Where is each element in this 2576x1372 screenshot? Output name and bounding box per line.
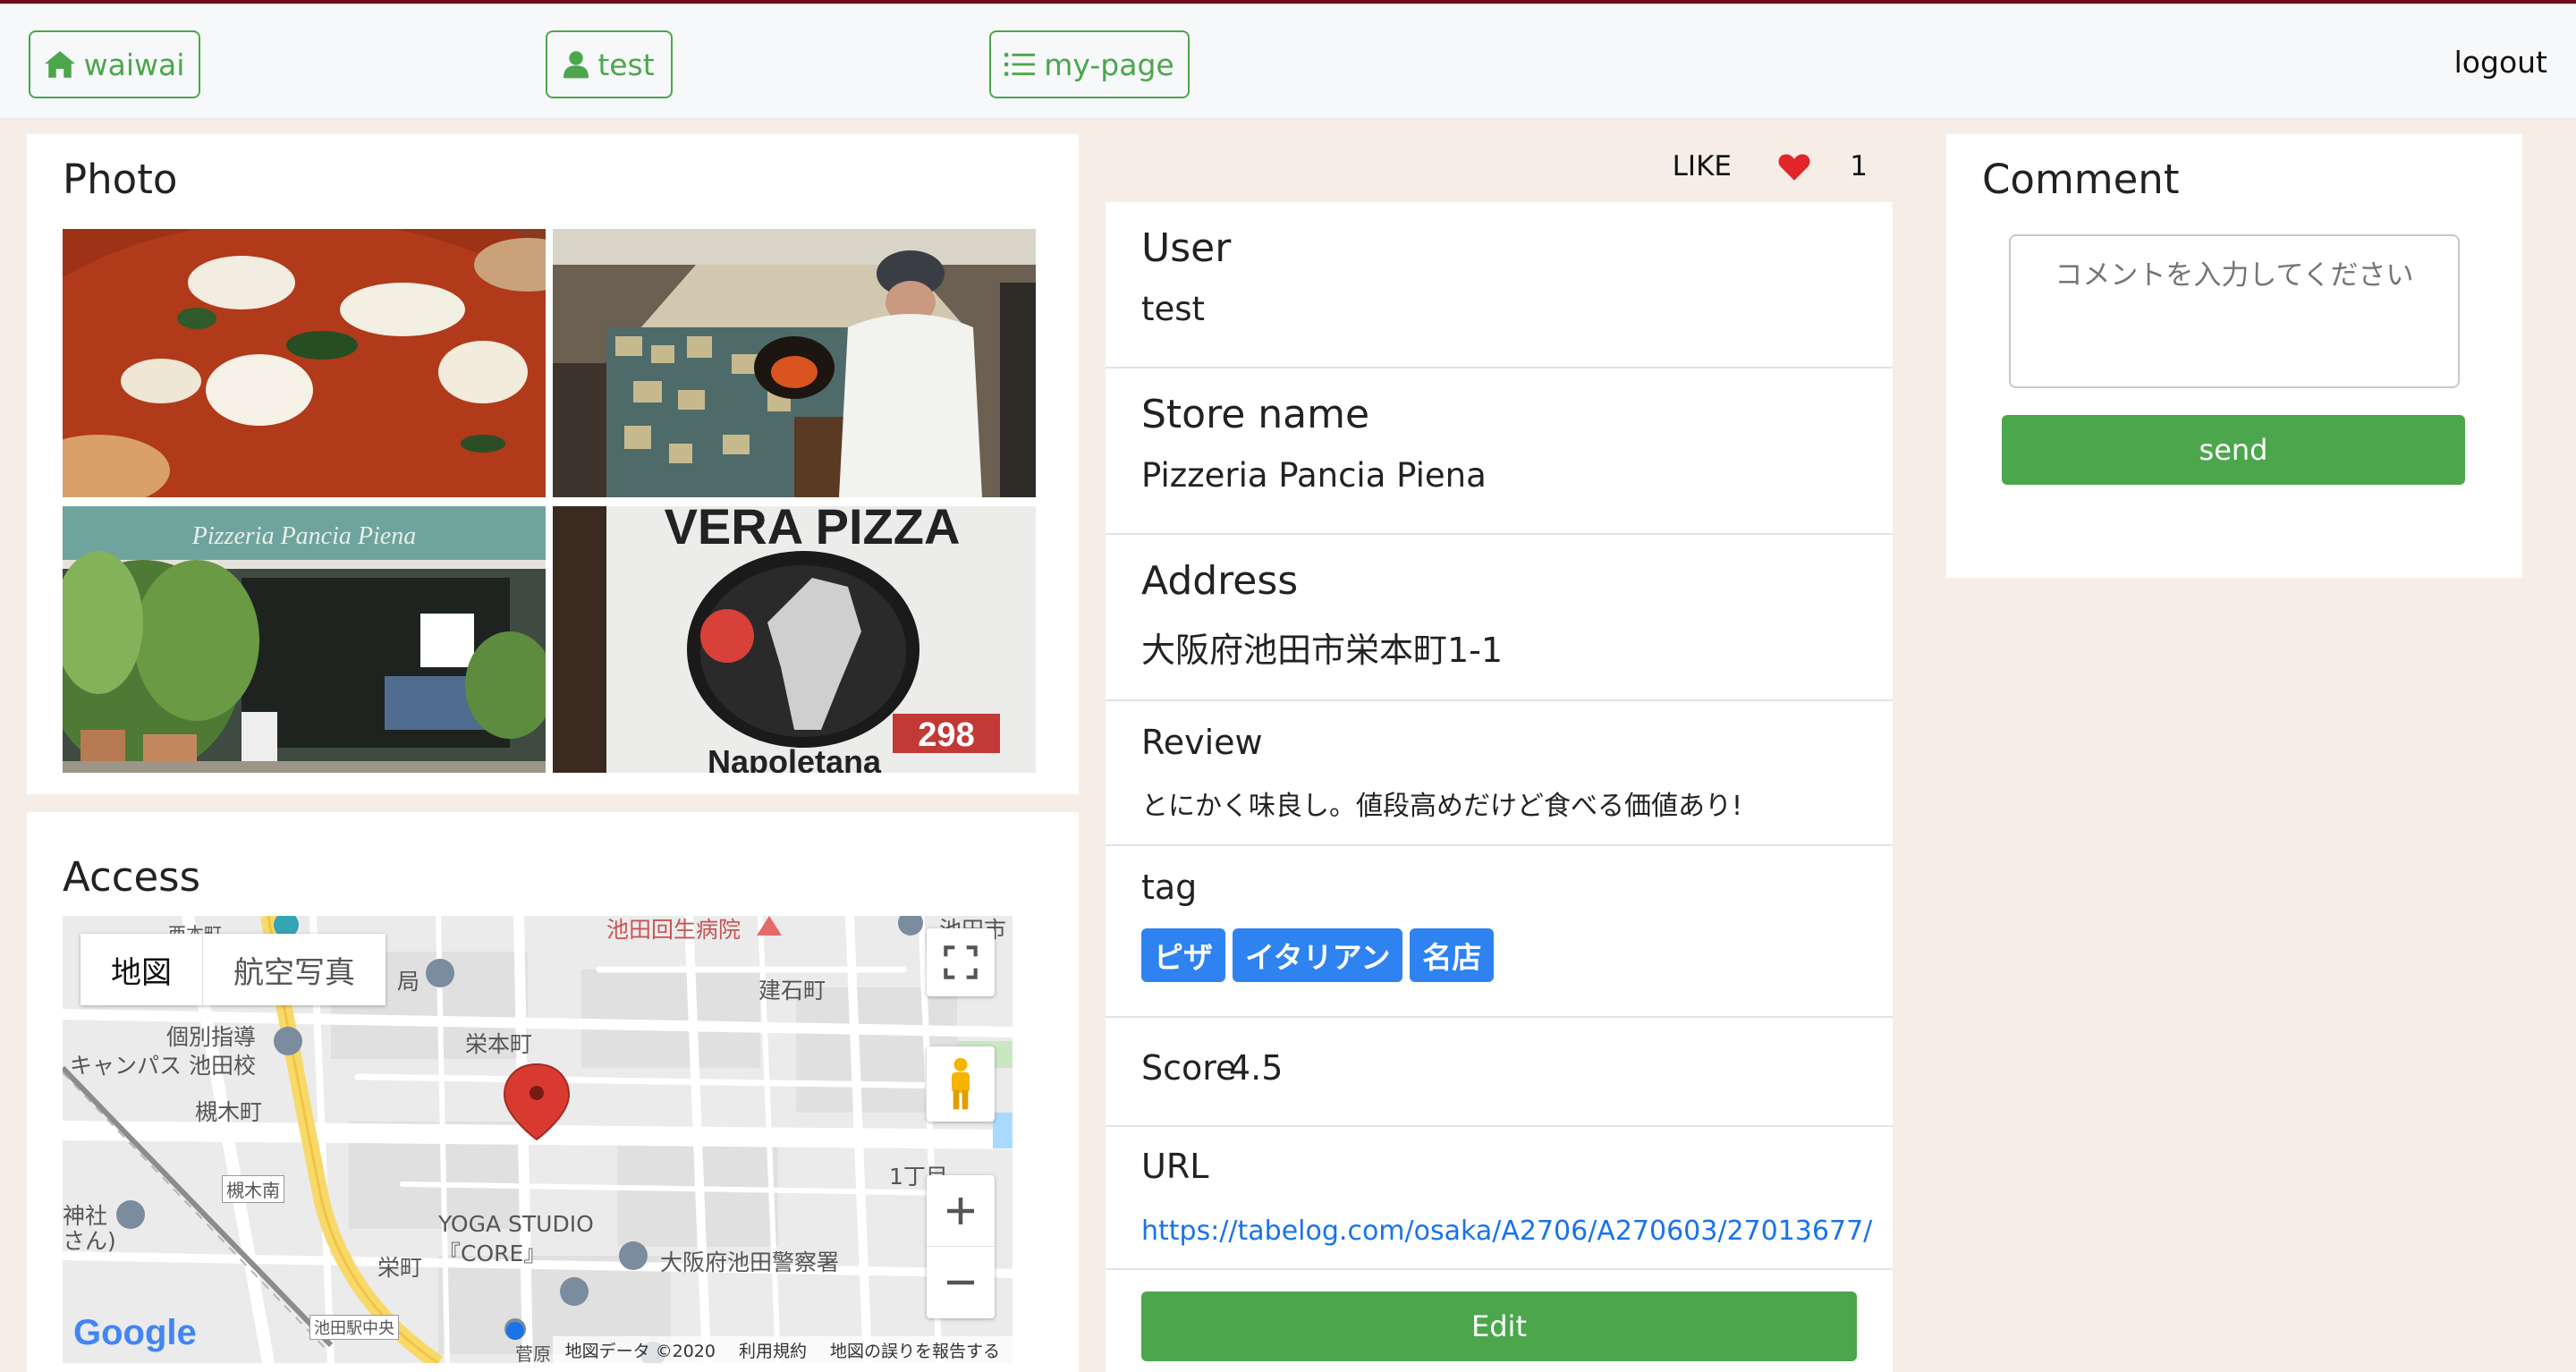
sign-bottom-text: Napoletana xyxy=(708,743,882,773)
map-label: 槻木南 xyxy=(222,1175,284,1203)
mypage-nav-label: my-page xyxy=(1044,47,1174,82)
sign-image: VERA PIZZA 298 Napoletana xyxy=(553,506,1036,773)
access-title: Access xyxy=(63,853,201,901)
map-label: 個別指導 xyxy=(166,1024,257,1050)
map-label: 栄本町 xyxy=(465,1031,533,1057)
sign-number-text: 298 xyxy=(918,716,974,754)
map-tab-map[interactable]: 地図 xyxy=(80,934,202,1005)
storefront-image: Pizzeria Pancia Piena xyxy=(63,506,546,773)
zoom-controls xyxy=(927,1175,995,1318)
tag-badge[interactable]: 名店 xyxy=(1410,928,1495,982)
list-icon xyxy=(1004,53,1036,76)
address-section: Address 大阪府池田市栄本町1-1 xyxy=(1106,535,1893,701)
map-label: 大阪府池田警察署 xyxy=(660,1249,840,1275)
map-label: 池田回生病院 xyxy=(606,917,741,943)
mypage-nav-button[interactable]: my-page xyxy=(989,30,1190,98)
map-label: 槻木町 xyxy=(195,1099,263,1125)
home-nav-label: waiwai xyxy=(83,47,185,82)
url-link[interactable]: https://tabelog.com/osaka/A2706/A270603/… xyxy=(1141,1215,1872,1247)
user-icon xyxy=(564,51,589,79)
map-label: キャンパス 池田校 xyxy=(70,1053,256,1079)
like-label: LIKE xyxy=(1672,150,1732,182)
logout-link[interactable]: logout xyxy=(2454,45,2547,80)
address-value: 大阪府池田市栄本町1-1 xyxy=(1141,631,1504,670)
google-map[interactable]: 西本町 池田回生病院 池田市 局 建石町 個別指導 キャンパス 池田校 栄本町 … xyxy=(63,916,1013,1363)
tag-list: ピザ イタリアン 名店 xyxy=(1141,928,1501,982)
oven-chef-photo[interactable] xyxy=(553,229,1036,497)
url-link-wrap: https://tabelog.com/osaka/A2706/A270603/… xyxy=(1141,1209,1872,1248)
map-report-link[interactable]: 地図の誤りを報告する xyxy=(830,1338,1000,1362)
storefront-photo[interactable]: Pizzeria Pancia Piena xyxy=(63,506,546,773)
score-value: 4.5 xyxy=(1229,1048,1284,1088)
zoom-out-button[interactable] xyxy=(927,1247,995,1318)
tag-badge[interactable]: イタリアン xyxy=(1233,928,1403,982)
map-terms-link[interactable]: 利用規約 xyxy=(739,1338,807,1362)
url-label: URL xyxy=(1141,1147,1209,1186)
url-section: URL https://tabelog.com/osaka/A2706/A270… xyxy=(1106,1127,1893,1270)
score-section: Score 4.5 xyxy=(1106,1018,1893,1127)
map-label: 『CORE』 xyxy=(438,1241,547,1266)
map-footer: 地図データ ©2020 利用規約 地図の誤りを報告する xyxy=(552,1336,1013,1363)
fullscreen-button[interactable] xyxy=(927,928,995,996)
zoom-in-button[interactable] xyxy=(927,1175,995,1247)
storefront-sign-text: Pizzeria Pancia Piena xyxy=(191,522,416,550)
pegman-icon xyxy=(952,1057,970,1110)
store-label: Store name xyxy=(1141,392,1370,437)
heart-icon[interactable] xyxy=(1778,152,1810,181)
plus-icon xyxy=(947,1197,974,1224)
google-logo: Google xyxy=(73,1313,197,1353)
edit-button[interactable]: Edit xyxy=(1141,1292,1857,1361)
pizza-photo[interactable] xyxy=(63,229,546,497)
tag-badge[interactable]: ピザ xyxy=(1141,928,1225,982)
home-icon xyxy=(44,51,75,78)
store-value: Pizzeria Pancia Piena xyxy=(1141,456,1487,495)
map-label: 局 xyxy=(397,969,420,995)
review-section: Review とにかく味良し。値段高めだけど食べる価値あり! xyxy=(1106,701,1893,846)
address-label: Address xyxy=(1141,558,1299,604)
map-type-tabs: 地図 航空写真 xyxy=(80,934,386,1005)
like-row: LIKE 1 xyxy=(1106,134,1893,197)
minus-icon xyxy=(947,1280,974,1285)
review-value: とにかく味良し。値段高めだけど食べる価値あり! xyxy=(1141,791,1743,822)
oven-chef-image xyxy=(553,229,1036,497)
review-label: Review xyxy=(1141,723,1263,762)
sign-photo[interactable]: VERA PIZZA 298 Napoletana xyxy=(553,506,1036,773)
pizza-image xyxy=(63,229,546,497)
comment-input[interactable] xyxy=(2009,234,2460,388)
top-navbar: waiwai test my-page logout xyxy=(0,0,2576,120)
map-label: 池田駅中央 xyxy=(309,1315,399,1340)
user-value: test xyxy=(1141,290,1206,328)
store-section: Store name Pizzeria Pancia Piena xyxy=(1106,368,1893,535)
send-button[interactable]: send xyxy=(2002,415,2465,485)
map-label: 建石町 xyxy=(758,978,826,1004)
tag-label: tag xyxy=(1141,868,1198,907)
map-label: YOGA STUDIO xyxy=(438,1211,594,1237)
user-label: User xyxy=(1141,225,1232,271)
like-count: 1 xyxy=(1850,150,1868,182)
comment-title: Comment xyxy=(1982,156,2180,203)
google-logo-text: Google xyxy=(73,1313,197,1352)
user-nav-label: test xyxy=(597,47,655,82)
map-tab-satellite[interactable]: 航空写真 xyxy=(202,934,386,1005)
tag-section: tag ピザ イタリアン 名店 xyxy=(1106,846,1893,1018)
user-nav-button[interactable]: test xyxy=(546,30,673,98)
fullscreen-icon xyxy=(944,945,978,979)
map-label: さん) xyxy=(63,1228,116,1254)
street-view-pegman[interactable] xyxy=(927,1046,995,1122)
map-data-credit: 地図データ ©2020 xyxy=(564,1341,716,1361)
user-section: User test xyxy=(1106,202,1893,368)
home-nav-button[interactable]: waiwai xyxy=(29,30,200,98)
map-label: 菅原 xyxy=(515,1343,551,1363)
sign-top-text: VERA PIZZA xyxy=(665,506,961,555)
photo-title: Photo xyxy=(63,156,178,203)
map-label: 栄町 xyxy=(377,1255,423,1281)
score-label: Score xyxy=(1141,1048,1237,1088)
